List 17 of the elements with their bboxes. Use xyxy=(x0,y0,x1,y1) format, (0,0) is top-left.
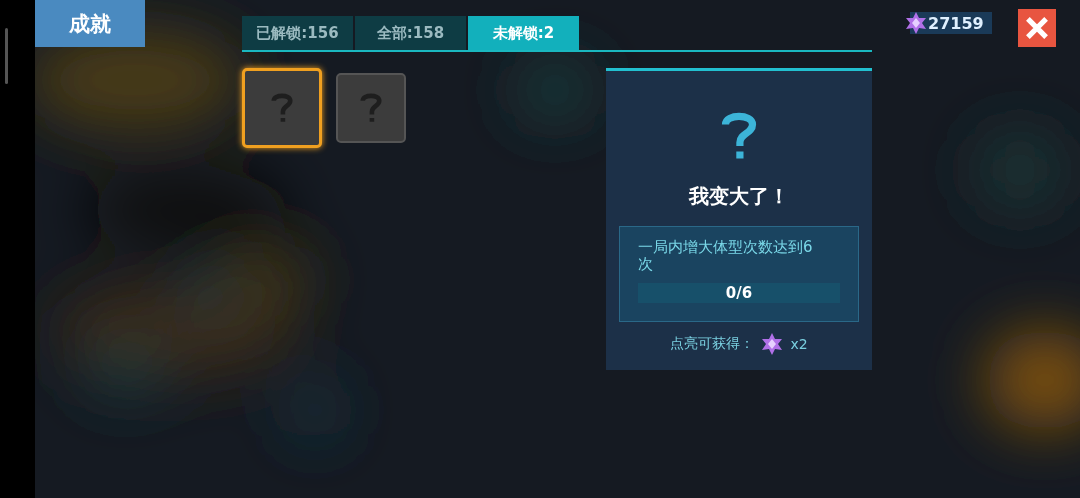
tab[interactable]: 全部:158 xyxy=(355,16,466,50)
reward-amount: x2 xyxy=(790,336,808,352)
question-mark-icon xyxy=(271,91,293,125)
edge-bar xyxy=(5,28,8,84)
reward-label: 点亮可获得： xyxy=(670,335,755,353)
star-gem-icon xyxy=(904,11,928,35)
close-icon xyxy=(1023,15,1050,41)
page-title: 成就 xyxy=(35,0,145,47)
currency-amount: 27159 xyxy=(928,13,984,33)
achievement-title: 我变大了！ xyxy=(689,183,789,210)
task-description: 一局内增大体型次数达到6次 xyxy=(638,239,814,273)
tab[interactable]: 已解锁:156 xyxy=(242,16,353,50)
close-button[interactable] xyxy=(1017,9,1056,47)
question-mark-icon xyxy=(360,91,382,125)
achievement-tile[interactable] xyxy=(242,68,322,148)
star-gem-icon xyxy=(760,332,785,356)
achievement-tile[interactable] xyxy=(336,73,406,143)
